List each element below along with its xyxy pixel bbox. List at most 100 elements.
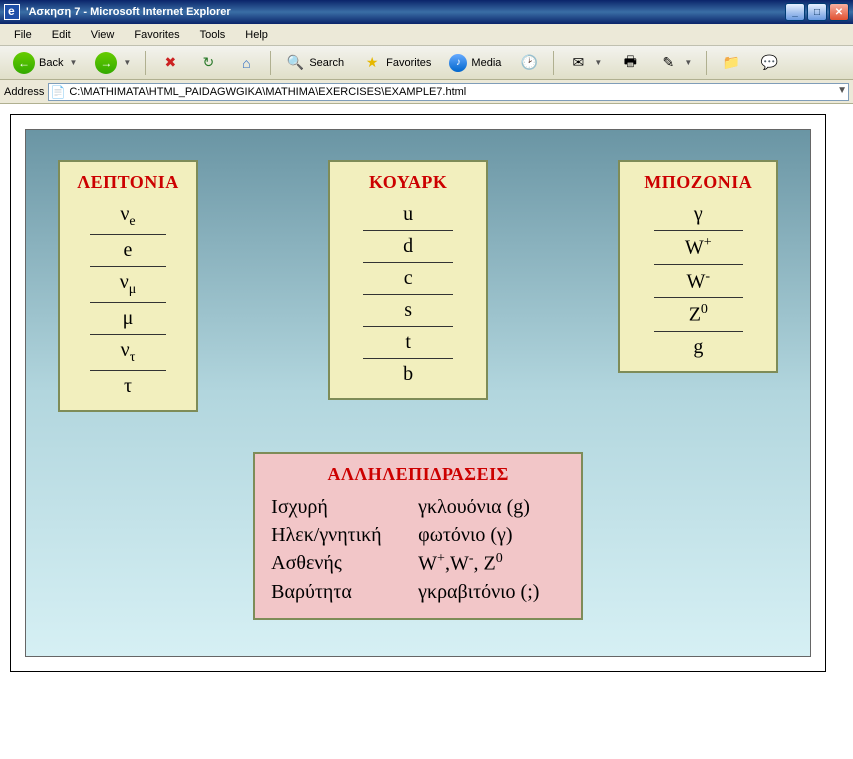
- separator: [145, 51, 146, 75]
- divider: [654, 331, 744, 332]
- chevron-down-icon: ▼: [123, 58, 131, 67]
- list-item: d: [344, 233, 472, 260]
- refresh-icon: ↻: [198, 53, 218, 73]
- interaction-row: Βαρύτηταγκραβιτόνιο (;): [271, 578, 565, 606]
- chevron-down-icon[interactable]: ▼: [837, 85, 847, 96]
- list-item: ντ: [74, 337, 182, 368]
- list-item: νμ: [74, 269, 182, 300]
- menu-file[interactable]: File: [4, 27, 42, 43]
- force-name: Βαρύτητα: [271, 578, 418, 606]
- list-item: b: [344, 361, 472, 388]
- divider: [654, 297, 744, 298]
- interaction-row: Ισχυρήγκλουόνια (g): [271, 493, 565, 521]
- back-label: Back: [39, 57, 63, 69]
- list-item: W+: [634, 233, 762, 262]
- favorites-label: Favorites: [386, 57, 431, 69]
- stop-button[interactable]: ✖: [153, 50, 187, 76]
- minimize-button[interactable]: _: [785, 3, 805, 21]
- discuss-icon: 💬: [759, 53, 779, 73]
- list-item: t: [344, 329, 472, 356]
- media-icon: ♪: [449, 54, 467, 72]
- divider: [363, 262, 453, 263]
- list-item: u: [344, 201, 472, 228]
- address-label: Address: [4, 86, 44, 98]
- star-icon: ★: [362, 53, 382, 73]
- divider: [90, 334, 166, 335]
- favorites-button[interactable]: ★ Favorites: [355, 50, 438, 76]
- app-icon: [4, 4, 20, 20]
- chevron-down-icon: ▼: [594, 58, 602, 67]
- refresh-button[interactable]: ↻: [191, 50, 225, 76]
- divider: [654, 230, 744, 231]
- chevron-down-icon: ▼: [69, 58, 77, 67]
- page-icon: 📄: [50, 84, 66, 100]
- forward-button[interactable]: → ▼: [88, 50, 138, 76]
- chevron-down-icon: ▼: [684, 58, 692, 67]
- folder-icon: 📁: [721, 53, 741, 73]
- search-icon: 🔍: [285, 53, 305, 73]
- separator: [270, 51, 271, 75]
- home-button[interactable]: ⌂: [229, 50, 263, 76]
- interaction-row: ΑσθενήςW+,W-, Z0: [271, 549, 565, 578]
- interactions-list: Ισχυρήγκλουόνια (g)Ηλεκ/γνητικήφωτόνιο (…: [271, 493, 565, 606]
- forward-icon: →: [95, 52, 117, 74]
- list-item: c: [344, 265, 472, 292]
- menu-tools[interactable]: Tools: [190, 27, 236, 43]
- window-titlebar: 'Aσκηση 7 - Microsoft Internet Explorer …: [0, 0, 853, 24]
- quarks-title: ΚΟΥΑΡΚ: [344, 172, 472, 193]
- print-button[interactable]: 🖶: [613, 50, 647, 76]
- discuss-button[interactable]: 💬: [752, 50, 786, 76]
- interactions-title: ΑΛΛΗΛΕΠΙΔΡΑΣΕΙΣ: [271, 464, 565, 485]
- carrier-name: W+,W-, Z0: [418, 549, 565, 578]
- menu-bar: File Edit View Favorites Tools Help: [0, 24, 853, 46]
- leptons-list: νeeνμμνττ: [74, 201, 182, 400]
- mail-button[interactable]: ✉ ▼: [561, 50, 609, 76]
- divider: [363, 326, 453, 327]
- folder-button[interactable]: 📁: [714, 50, 748, 76]
- leptons-title: ΛΕΠΤΟΝΙΑ: [74, 172, 182, 193]
- force-name: Ισχυρή: [271, 493, 418, 521]
- close-button[interactable]: ✕: [829, 3, 849, 21]
- maximize-button[interactable]: □: [807, 3, 827, 21]
- leptons-card: ΛΕΠΤΟΝΙΑ νeeνμμνττ: [58, 160, 198, 412]
- list-item: γ: [634, 201, 762, 228]
- history-icon: 🕑: [519, 53, 539, 73]
- divider: [90, 370, 166, 371]
- menu-favorites[interactable]: Favorites: [124, 27, 189, 43]
- menu-view[interactable]: View: [81, 27, 125, 43]
- force-name: Ασθενής: [271, 549, 418, 578]
- address-bar: Address 📄 ▼: [0, 80, 853, 104]
- list-item: e: [74, 237, 182, 264]
- carrier-name: γκλουόνια (g): [418, 493, 565, 521]
- edit-button[interactable]: ✎ ▼: [651, 50, 699, 76]
- history-button[interactable]: 🕑: [512, 50, 546, 76]
- mail-icon: ✉: [568, 53, 588, 73]
- media-button[interactable]: ♪ Media: [442, 50, 508, 76]
- viewport[interactable]: ΛΕΠΤΟΝΙΑ νeeνμμνττ ΚΟΥΑΡΚ udcstb ΜΠΟΖΟΝΙ…: [0, 104, 853, 759]
- particle-cards-row: ΛΕΠΤΟΝΙΑ νeeνμμνττ ΚΟΥΑΡΚ udcstb ΜΠΟΖΟΝΙ…: [58, 160, 778, 412]
- toolbar: ← Back ▼ → ▼ ✖ ↻ ⌂ 🔍 Search ★ Favorites …: [0, 46, 853, 80]
- print-icon: 🖶: [620, 53, 640, 73]
- bosons-list: γW+W-Z0g: [634, 201, 762, 361]
- divider: [90, 234, 166, 235]
- force-name: Ηλεκ/γνητική: [271, 521, 418, 549]
- home-icon: ⌂: [236, 53, 256, 73]
- edit-icon: ✎: [658, 53, 678, 73]
- separator: [553, 51, 554, 75]
- list-item: τ: [74, 373, 182, 400]
- document-frame: ΛΕΠΤΟΝΙΑ νeeνμμνττ ΚΟΥΑΡΚ udcstb ΜΠΟΖΟΝΙ…: [10, 114, 826, 672]
- divider: [90, 302, 166, 303]
- list-item: μ: [74, 305, 182, 332]
- back-button[interactable]: ← Back ▼: [6, 50, 84, 76]
- carrier-name: γκραβιτόνιο (;): [418, 578, 565, 606]
- divider: [363, 358, 453, 359]
- menu-edit[interactable]: Edit: [42, 27, 81, 43]
- separator: [706, 51, 707, 75]
- interactions-card: ΑΛΛΗΛΕΠΙΔΡΑΣΕΙΣ Ισχυρήγκλουόνια (g)Ηλεκ/…: [253, 452, 583, 620]
- divider: [363, 294, 453, 295]
- search-button[interactable]: 🔍 Search: [278, 50, 351, 76]
- divider: [654, 264, 744, 265]
- search-label: Search: [309, 57, 344, 69]
- menu-help[interactable]: Help: [235, 27, 278, 43]
- address-input[interactable]: [48, 83, 849, 101]
